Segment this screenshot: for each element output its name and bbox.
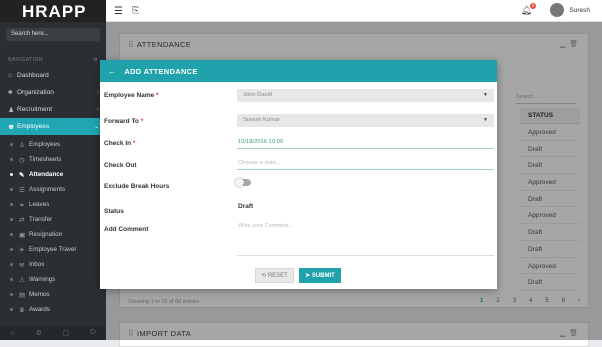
subitem-timesheets[interactable]: ◷ Timesheets <box>0 152 106 167</box>
warning-icon: ⚠ <box>19 276 25 284</box>
subitem-awards[interactable]: ♛ Awards <box>0 302 106 317</box>
subitem-inbox[interactable]: ✉ Inbox <box>0 257 106 272</box>
door-icon: ▣ <box>19 231 26 239</box>
exclude-break-label: Exclude Break Hours <box>104 183 170 190</box>
check-out-input[interactable]: Choose a date... <box>237 157 494 170</box>
brand-logo: HRAPP <box>0 0 106 22</box>
sidebar-item-label: Recruitment <box>17 106 53 113</box>
employee-name-value: John David <box>243 92 273 98</box>
sidebar-item-label: Organization <box>17 89 54 96</box>
submit-button[interactable]: ➤ SUBMIT <box>299 268 341 283</box>
subitem-leaves[interactable]: ❧ Leaves <box>0 197 106 212</box>
sidebar: HRAPP Search here... NAVIGATION ⚙ ⌂ Dash… <box>0 0 106 340</box>
memo-icon: ▤ <box>19 291 26 299</box>
plane-icon: ✈ <box>19 246 25 254</box>
chevron-right-icon: › <box>97 89 99 96</box>
add-comment-label: Add Comment <box>104 226 149 233</box>
leaf-icon: ❧ <box>19 201 25 209</box>
check-in-label: Check In * <box>104 140 136 147</box>
hamburger-menu-icon[interactable]: ☰ <box>114 6 123 17</box>
subitem-label: Memos <box>29 291 50 298</box>
power-icon[interactable]: ⏻ <box>90 329 96 337</box>
sidebar-search-input[interactable]: Search here... <box>6 28 100 41</box>
sidebar-item-label: Dashboard <box>17 72 49 79</box>
settings-icon[interactable]: ⚙ <box>35 329 41 337</box>
lock-icon[interactable]: ▢ <box>63 329 70 337</box>
toggle-knob <box>235 178 244 187</box>
sidebar-item-dashboard[interactable]: ⌂ Dashboard <box>0 67 106 84</box>
subitem-label: Attendance <box>29 171 64 178</box>
user-name[interactable]: Suresh <box>569 7 590 14</box>
subitem-label: Employee Travel <box>29 246 76 253</box>
comment-textarea[interactable]: Write your Comment... <box>237 220 494 256</box>
sidebar-item-employees[interactable]: ♚ Employees ⌄ <box>0 118 106 135</box>
exclude-break-toggle[interactable] <box>235 178 251 187</box>
check-out-label: Check Out <box>104 162 137 169</box>
subitem-label: Warnings <box>29 276 56 283</box>
home-icon: ⌂ <box>8 72 13 79</box>
reset-button[interactable]: ⟲ RESET <box>255 268 294 283</box>
status-label: Status <box>104 208 124 215</box>
forward-to-label: Forward To * <box>104 118 144 125</box>
sidebar-footer: ⌂ ⚙ ▢ ⏻ <box>0 326 106 340</box>
forward-to-value: Suresh Kumar <box>243 117 281 123</box>
caret-down-icon: ▼ <box>483 92 488 98</box>
nav-caption-label: NAVIGATION <box>8 57 44 63</box>
users-icon: ♚ <box>8 123 15 131</box>
recruit-icon: ♟ <box>8 106 15 114</box>
notification-badge: 5 <box>530 3 536 9</box>
document-icon[interactable]: ⎘ <box>132 5 139 16</box>
modal-header: ← ADD ATTENDANCE <box>100 60 497 82</box>
check-in-input[interactable]: 10/18/2016 10:09 <box>237 136 494 149</box>
chevron-down-icon: ⌄ <box>93 124 99 130</box>
employee-name-select[interactable]: John David ▼ <box>237 89 494 102</box>
sidebar-item-label: Employees <box>17 123 50 130</box>
subitem-label: Transfer <box>29 216 53 223</box>
subitem-label: Assignments <box>29 186 66 193</box>
transfer-icon: ⇄ <box>19 216 25 224</box>
subitem-resignation[interactable]: ▣ Resignation <box>0 227 106 242</box>
sidebar-submenu: ♙ Employees ◷ Timesheets ✎ Attendance ☰ Assi… <box>0 135 106 317</box>
subitem-memos[interactable]: ▤ Memos <box>0 287 106 302</box>
subitem-label: Awards <box>29 306 50 313</box>
user-icon: ♙ <box>19 141 25 149</box>
avatar[interactable] <box>550 3 564 17</box>
subitem-label: Inbox <box>29 261 45 268</box>
back-arrow-icon[interactable]: ← <box>108 67 116 76</box>
pencil-icon: ✎ <box>19 171 25 179</box>
status-value: Draft <box>238 203 254 210</box>
subitem-warnings[interactable]: ⚠ Warnings <box>0 272 106 287</box>
forward-to-select[interactable]: Suresh Kumar ▼ <box>237 114 494 127</box>
subitem-transfer[interactable]: ⇄ Transfer <box>0 212 106 227</box>
subitem-employees[interactable]: ♙ Employees <box>0 137 106 152</box>
inbox-icon: ✉ <box>19 261 25 269</box>
subitem-label: Timesheets <box>29 156 62 163</box>
subitem-assignments[interactable]: ☰ Assignments <box>0 182 106 197</box>
org-icon: ♣ <box>8 89 13 96</box>
topbar: ☰ ⎘ 🔔︎ 5 Suresh <box>106 0 602 22</box>
employee-name-label: Employee Name * <box>104 92 159 99</box>
home-icon[interactable]: ⌂ <box>10 330 14 337</box>
subitem-attendance[interactable]: ✎ Attendance <box>0 167 106 182</box>
modal-title: ADD ATTENDANCE <box>124 66 198 76</box>
trophy-icon: ♛ <box>19 306 25 314</box>
chevron-right-icon: › <box>97 106 99 113</box>
nav-caption: NAVIGATION ⚙ <box>0 47 106 67</box>
caret-down-icon: ▼ <box>483 117 488 123</box>
sidebar-item-organization[interactable]: ♣ Organization › <box>0 84 106 101</box>
clock-icon: ◷ <box>19 156 25 164</box>
subitem-label: Leaves <box>29 201 50 208</box>
list-icon: ☰ <box>19 186 25 194</box>
subitem-employee-travel[interactable]: ✈ Employee Travel <box>0 242 106 257</box>
subitem-label: Employees <box>29 141 61 148</box>
subitem-label: Resignation <box>29 231 63 238</box>
add-attendance-modal: ← ADD ATTENDANCE Employee Name * John Da… <box>100 60 497 289</box>
sidebar-item-recruitment[interactable]: ♟ Recruitment › <box>0 101 106 118</box>
gear-icon[interactable]: ⚙ <box>93 57 98 63</box>
